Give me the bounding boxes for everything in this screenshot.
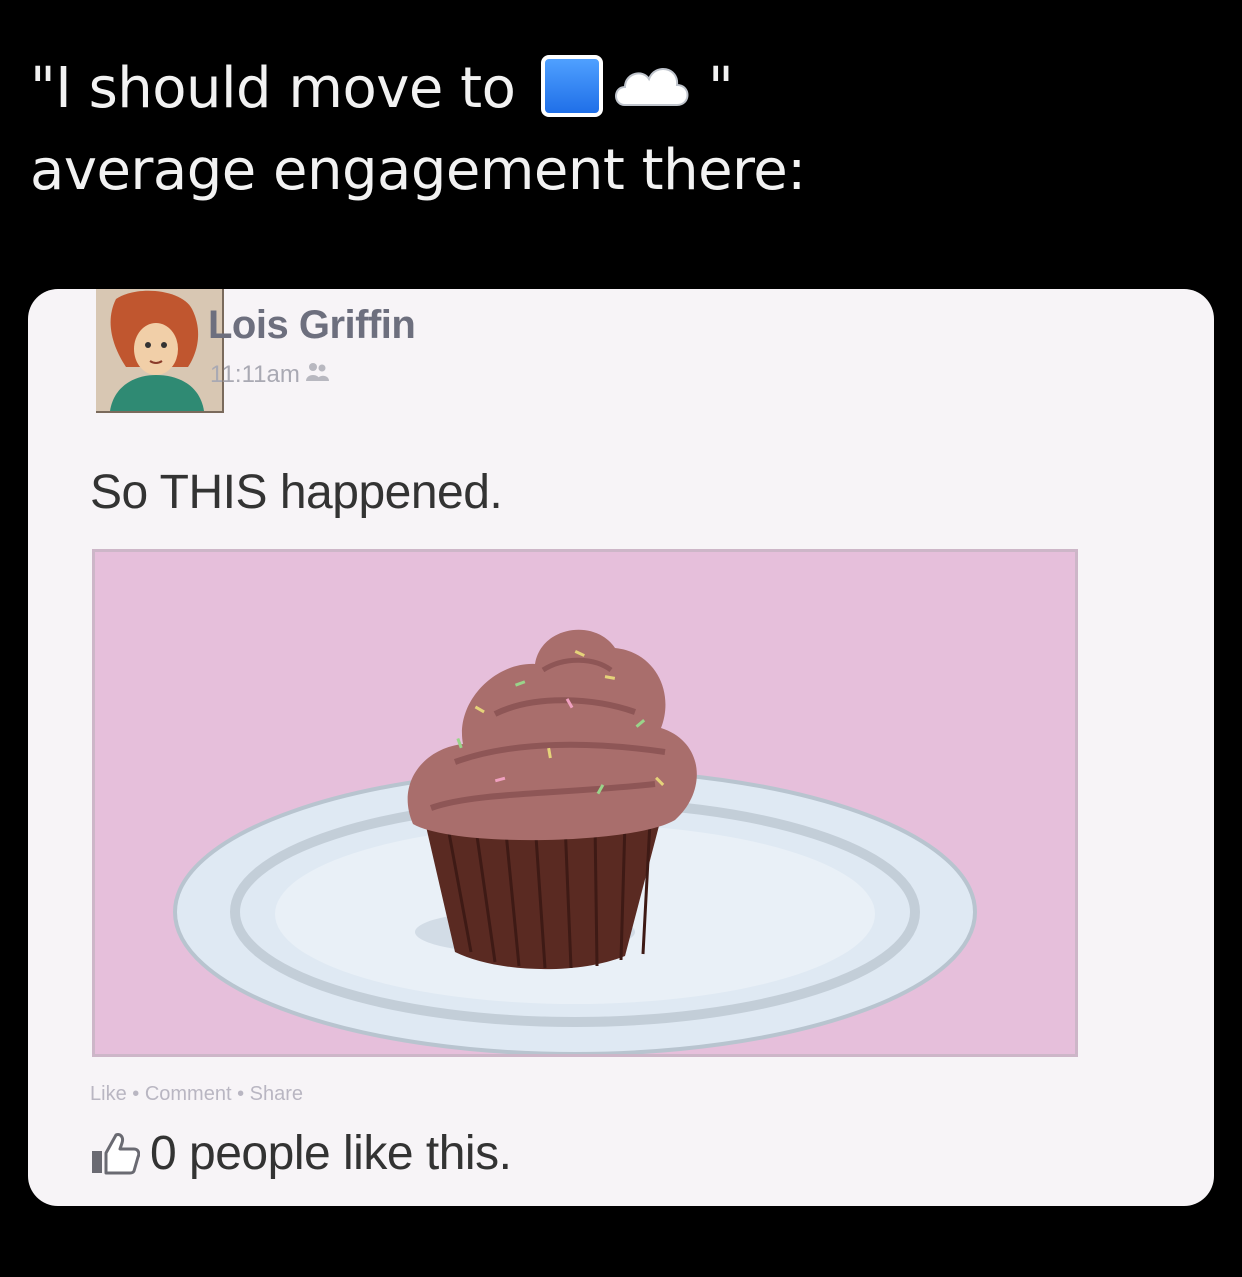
- caption-line-2: average engagement there:: [30, 138, 806, 203]
- action-separator: •: [231, 1083, 250, 1105]
- like-link[interactable]: Like: [90, 1083, 127, 1105]
- action-separator: •: [126, 1083, 145, 1105]
- thumbs-up-icon[interactable]: [90, 1131, 140, 1175]
- avatar[interactable]: [96, 289, 224, 413]
- audience-friends-icon[interactable]: [304, 361, 330, 383]
- author-name[interactable]: Lois Griffin: [208, 303, 416, 348]
- post-timestamp[interactable]: 11:11am: [210, 361, 300, 389]
- tweet-caption: "I should move to " average engagement t…: [30, 48, 806, 212]
- likes-summary: 0 people like this.: [90, 1123, 512, 1183]
- post-actions: Like • Comment • Share: [90, 1083, 303, 1106]
- cloud-icon: [614, 68, 689, 106]
- post-screenshot-card: Lois Griffin 11:11am So THIS happened. L…: [28, 289, 1214, 1206]
- post-image[interactable]: [92, 549, 1078, 1057]
- post-text: So THIS happened.: [90, 466, 503, 519]
- comment-link[interactable]: Comment: [145, 1083, 232, 1105]
- caption-quote-end: ": [707, 56, 734, 121]
- likes-count-text[interactable]: 0 people like this.: [150, 1126, 512, 1181]
- share-link[interactable]: Share: [250, 1083, 303, 1105]
- caption-line-1: "I should move to ": [30, 48, 806, 130]
- cupcake-illustration: [95, 552, 1075, 1054]
- blue-square-icon: [540, 55, 603, 117]
- caption-quote-start: "I should move to: [30, 56, 516, 121]
